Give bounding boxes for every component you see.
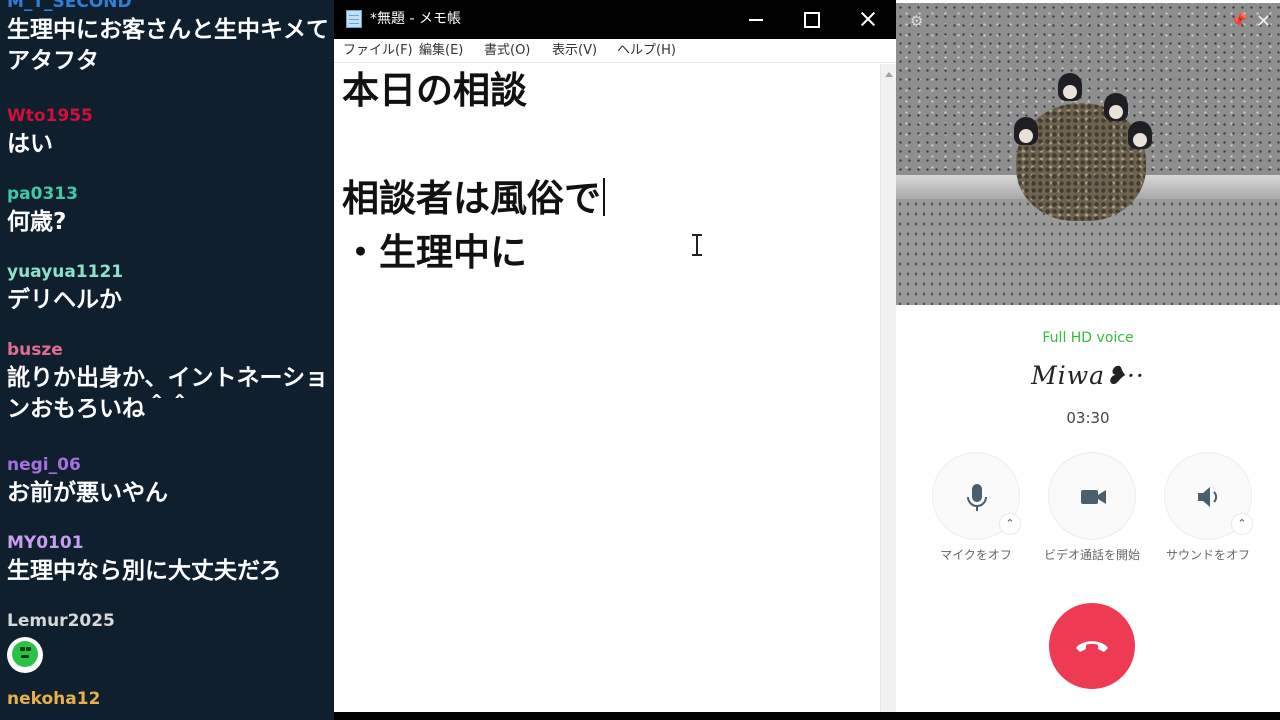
call-quality-label: Full HD voice [1042,330,1134,346]
mic-toggle-button[interactable]: ⌃ [932,452,1021,540]
bird-image [1058,73,1082,101]
bird-image [1104,93,1128,121]
menu-view[interactable]: 表示(V) [552,42,597,60]
maximize-button[interactable] [783,0,839,39]
notepad-line-text: 相談者は風俗で [342,177,601,220]
call-timer: 03:30 [1066,409,1110,427]
chat-username: pa0313 [7,184,78,204]
chat-message: MY0101 生理中なら別に大丈夫だろ [7,533,334,587]
microphone-icon [967,484,987,511]
close-icon[interactable]: ✕ [1256,11,1271,32]
minimize-button[interactable] [727,0,783,39]
text-caret [603,178,605,216]
caller-name: Miwa❥·· [1031,361,1145,390]
video-call-button[interactable] [1048,452,1136,540]
notepad-titlebar[interactable]: *無題 - メモ帳 [334,0,896,39]
speaker-icon [1198,487,1218,507]
chat-username: M_T_SECOND [7,0,132,12]
chat-panel: M_T_SECOND 生理中にお客さんと生中キメてアタフタ Wto1955 はい… [0,0,334,720]
chat-username: Wto1955 [7,106,93,126]
sound-options-chevron-icon[interactable]: ⌃ [1231,513,1253,535]
notepad-line: 相談者は風俗で [342,177,605,221]
chat-message: nekoha12 [7,689,334,712]
chat-text: お前が悪いやん [7,480,168,506]
scroll-up-arrow-icon[interactable] [885,72,893,77]
sound-toggle-button[interactable]: ⌃ [1164,452,1253,540]
pin-icon[interactable]: 📌 [1230,13,1247,29]
notepad-icon [346,10,362,28]
notepad-menubar: ファイル(F) 編集(E) 書式(O) 表示(V) ヘルプ(H) [334,39,896,63]
window-bottom-edge [896,712,1280,720]
call-window: ⚙ 📌 ✕ Full HD voice Miwa❥·· 03:30 ⌃ マイクを… [896,0,1280,720]
sound-toggle-label: サウンドをオフ [1165,548,1250,562]
bird-image [1128,121,1152,149]
menu-help[interactable]: ヘルプ(H) [617,42,676,60]
chat-text: 生理中にお客さんと生中キメてアタフタ [7,17,329,74]
chat-message: M_T_SECOND 生理中にお客さんと生中キメてアタフタ [7,0,334,77]
menu-file[interactable]: ファイル(F) [343,42,413,60]
notepad-window: *無題 - メモ帳 ファイル(F) 編集(E) 書式(O) 表示(V) ヘルプ(… [334,0,896,712]
bird-image [1014,117,1038,145]
chat-username: nekoha12 [7,689,101,709]
video-camera-icon [1081,490,1106,504]
chat-username: MY0101 [7,533,84,553]
close-button[interactable] [839,0,895,39]
chat-username: busze [7,340,63,360]
settings-gear-icon[interactable]: ⚙ [910,12,923,30]
chat-username: Lemur2025 [7,611,115,631]
end-call-button[interactable] [1049,603,1135,689]
green-face-stamp-icon [7,637,43,673]
notepad-line: ・生理中に [342,231,527,274]
chat-text: 何歳? [7,209,67,235]
chat-username: yuayua1121 [7,262,124,282]
notepad-line: 本日の相談 [342,69,527,112]
chat-message: yuayua1121 デリヘルか [7,262,334,316]
notepad-title: *無題 - メモ帳 [370,11,461,27]
chat-text: デリヘルか [7,287,122,313]
vertical-scrollbar[interactable] [880,64,896,712]
camera-view: ⚙ 📌 ✕ [896,3,1280,305]
chat-text: 訛りか出身か、イントネーションおもろいね＾＾ [7,365,329,422]
chat-message: Wto1955 はい [7,106,334,160]
mic-options-chevron-icon[interactable]: ⌃ [999,513,1021,535]
chat-message: busze 訛りか出身か、イントネーションおもろいね＾＾ [7,340,334,425]
menu-format[interactable]: 書式(O) [484,42,530,60]
chat-username: negi_06 [7,455,81,475]
ibeam-cursor-icon [692,234,702,256]
chat-text: はい [7,131,53,157]
chat-text: 生理中なら別に大丈夫だろ [7,558,282,584]
hang-up-phone-icon [1076,641,1108,652]
chat-message: negi_06 お前が悪いやん [7,455,334,509]
chat-message: Lemur2025 [7,611,334,673]
menu-edit[interactable]: 編集(E) [419,42,463,60]
mic-toggle-label: マイクをオフ [940,548,1012,562]
video-call-label: ビデオ通話を開始 [1043,548,1140,562]
notepad-text-area[interactable]: 本日の相談 相談者は風俗で ・生理中に [334,64,880,712]
chat-message: pa0313 何歳? [7,184,334,238]
